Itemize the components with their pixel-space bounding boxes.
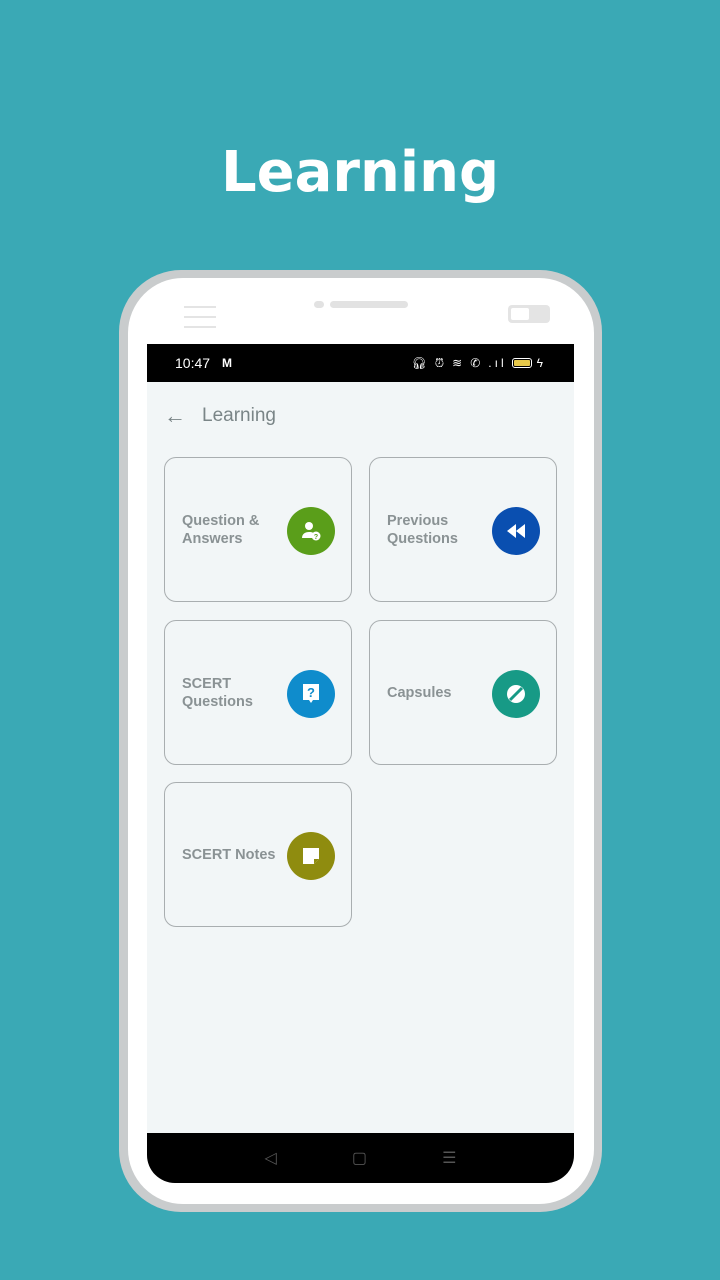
card-label: Previous Questions (387, 512, 458, 547)
arrow-left-icon[interactable]: ← (164, 403, 186, 429)
headphones-icon: 🎧︎ (411, 356, 430, 370)
page-headline: Learning (220, 140, 500, 205)
page-title: Learning (202, 405, 276, 426)
navigation-bar: ◁ ▢ ☰ (147, 1133, 574, 1183)
camera-dot (314, 301, 324, 308)
card-previous-questions[interactable]: Previous Questions (369, 457, 557, 602)
sticky-note-icon (287, 832, 335, 880)
decorative-menu-lines (184, 306, 216, 336)
card-label: Question & Answers (182, 512, 260, 547)
battery-icon (511, 358, 532, 368)
card-question-answers[interactable]: Question & Answers ? (164, 457, 352, 602)
nav-menu-button[interactable]: ☰ (442, 1148, 456, 1168)
card-scert-notes[interactable]: SCERT Notes (164, 782, 352, 927)
phone-screen: 10:47 M 🎧︎ ⏰︎ ≋ ✆ .ıl ϟ ← Learning Quest… (147, 344, 574, 1183)
call-icon: ✆ (470, 356, 484, 370)
card-capsules[interactable]: Capsules (369, 620, 557, 765)
alarm-icon: ⏰︎ (434, 355, 448, 370)
status-time: 10:47 (175, 355, 211, 371)
signal-icon: .ıl (488, 356, 507, 370)
status-icons: 🎧︎ ⏰︎ ≋ ✆ .ıl ϟ (412, 356, 546, 371)
nav-back-button[interactable]: ◁ (265, 1148, 277, 1168)
card-label: SCERT Notes (182, 846, 276, 863)
app-bar: ← Learning (147, 382, 574, 450)
charging-icon: ϟ (536, 356, 546, 370)
speaker (330, 301, 408, 308)
rewind-icon (492, 507, 540, 555)
nav-home-button[interactable]: ▢ (352, 1148, 367, 1168)
svg-text:?: ? (307, 685, 315, 700)
card-label: SCERT Questions (182, 675, 253, 710)
notification-icon: M (222, 356, 233, 370)
user-question-icon: ? (287, 507, 335, 555)
pill-icon (492, 670, 540, 718)
decorative-toggle (508, 305, 550, 323)
status-bar: 10:47 M 🎧︎ ⏰︎ ≋ ✆ .ıl ϟ (147, 344, 574, 382)
question-bubble-icon: ? (287, 670, 335, 718)
card-scert-questions[interactable]: SCERT Questions ? (164, 620, 352, 765)
card-label: Capsules (387, 684, 452, 701)
wifi-icon: ≋ (452, 356, 466, 370)
svg-text:?: ? (314, 534, 318, 541)
